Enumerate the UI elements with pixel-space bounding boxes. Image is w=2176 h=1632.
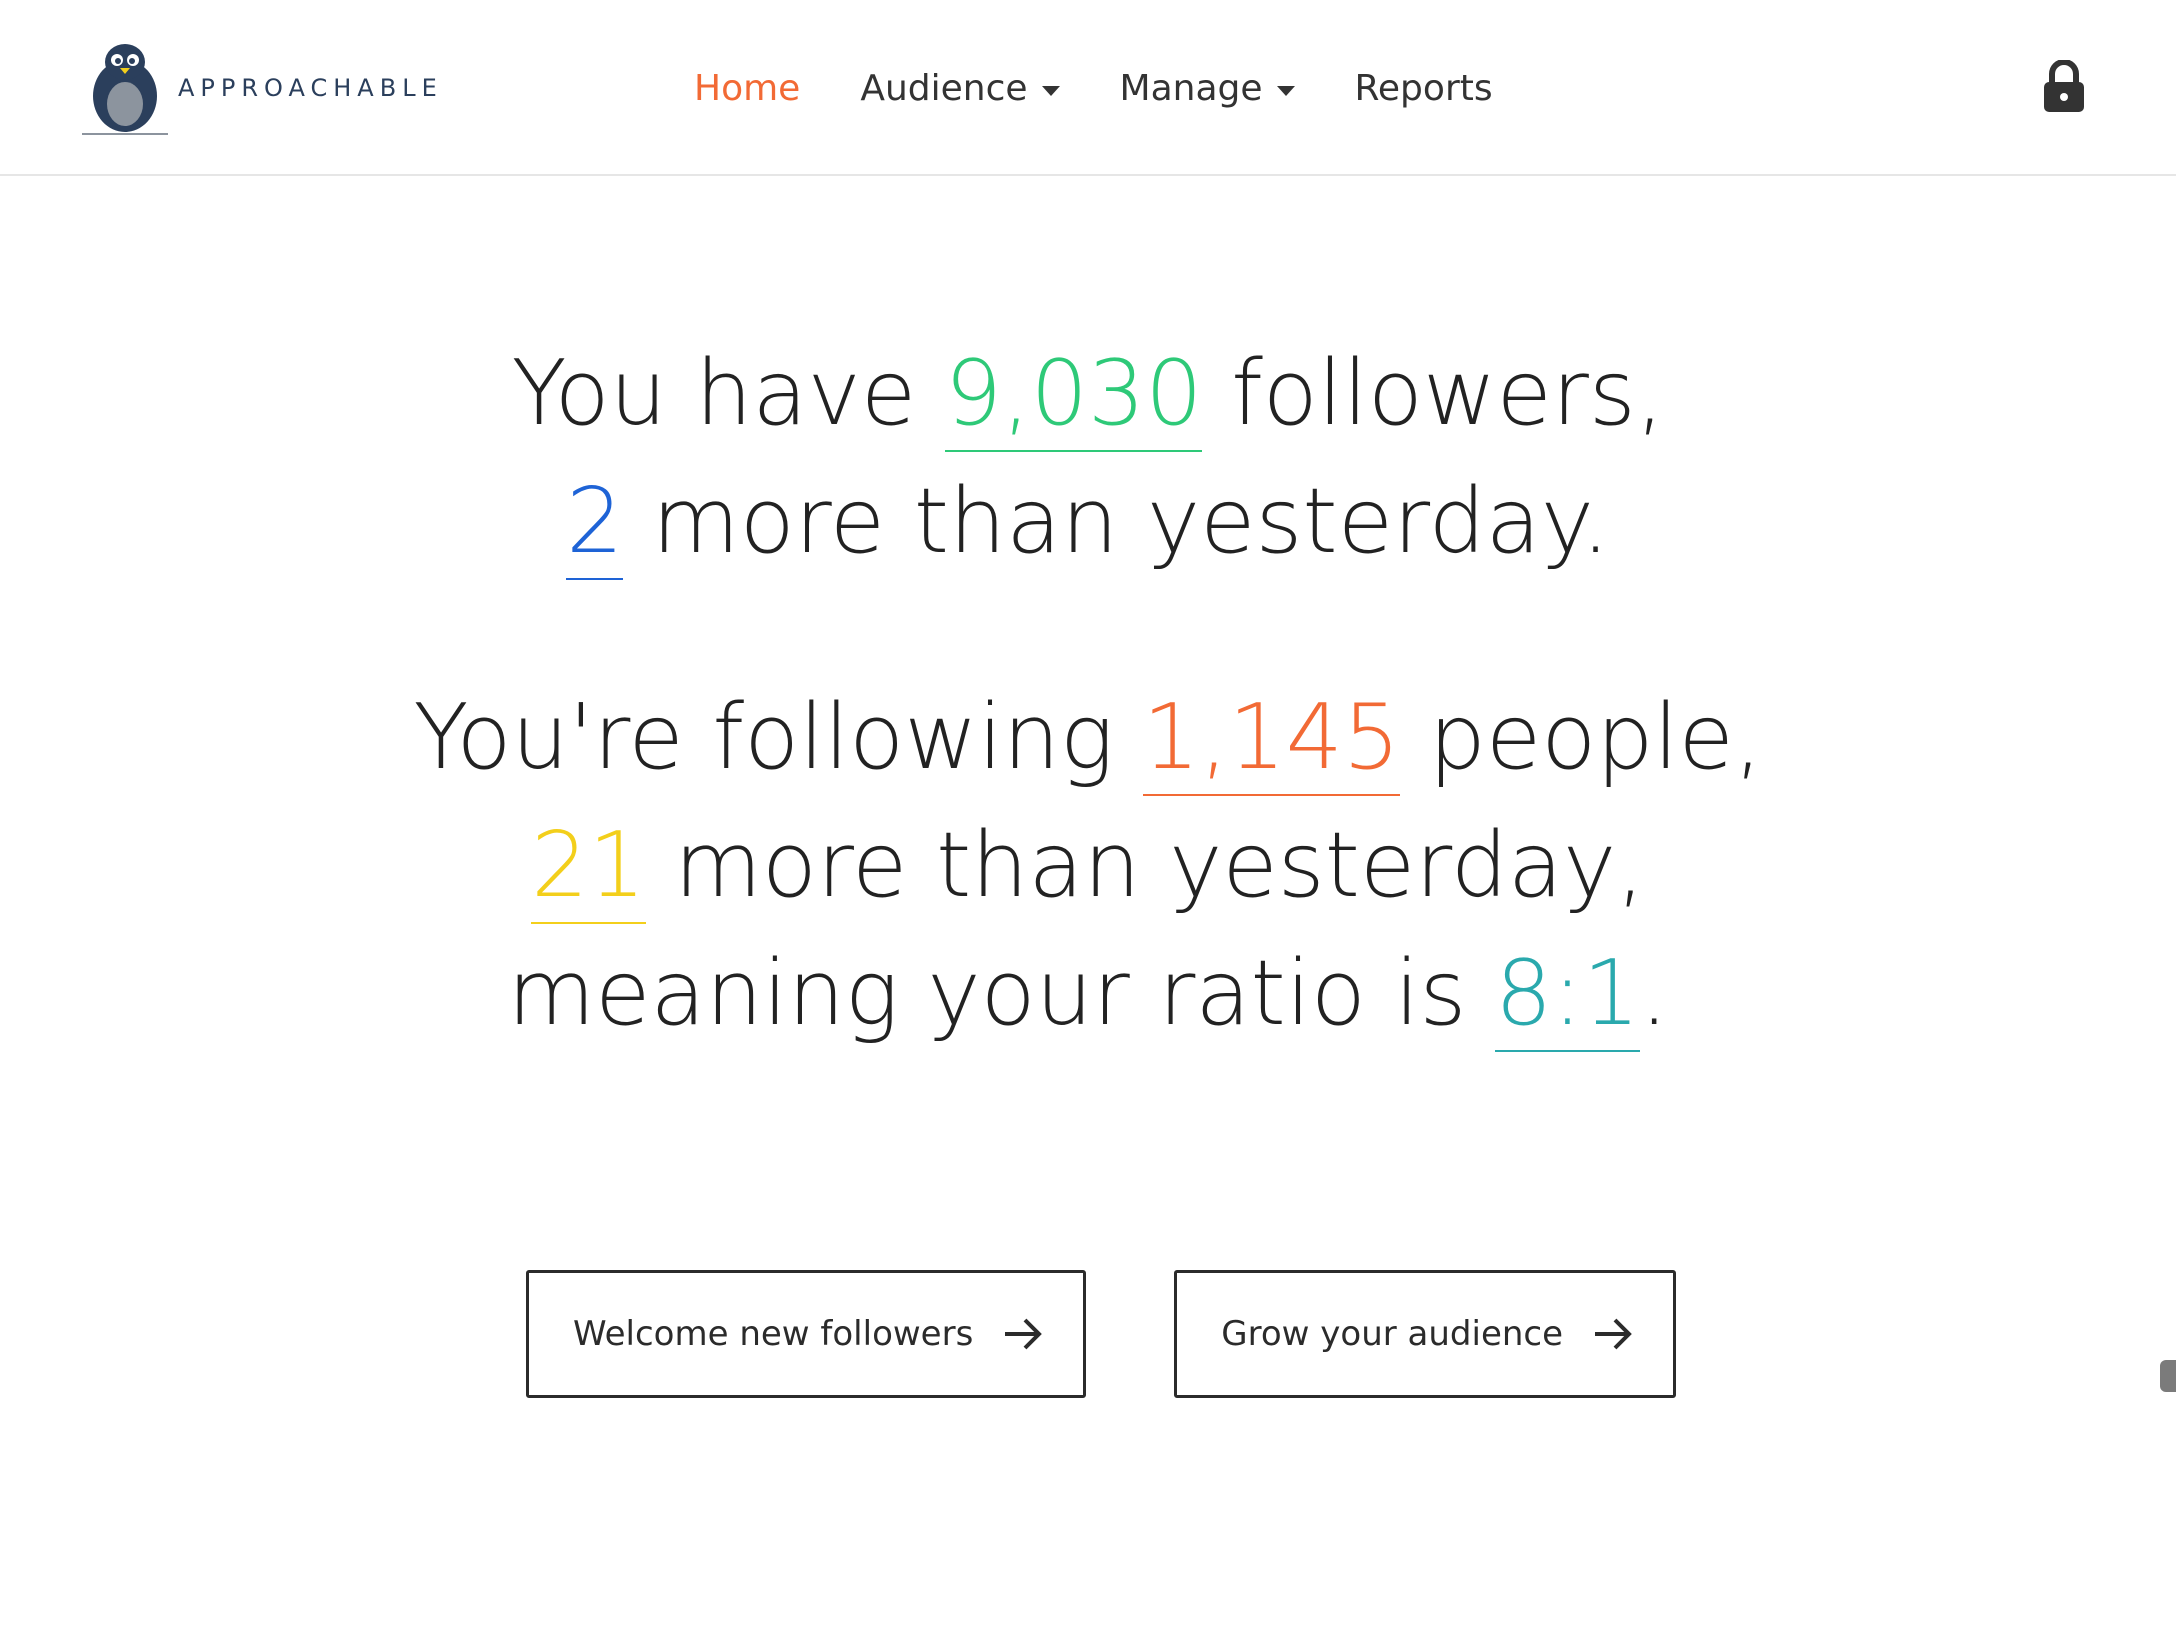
followers-delta-suffix: more than yesterday.	[652, 469, 1610, 574]
following-summary: You're following 1,145 people, 21 more t…	[0, 674, 2176, 1058]
following-prefix: You're following	[413, 685, 1114, 790]
following-delta[interactable]: 21	[531, 810, 646, 924]
followers-suffix: followers,	[1231, 341, 1665, 446]
followers-summary: You have 9,030 followers, 2 more than ye…	[0, 330, 2176, 586]
nav-home-label: Home	[694, 67, 801, 109]
nav-manage-dropdown[interactable]: Manage	[1120, 68, 1295, 109]
welcome-new-followers-button[interactable]: Welcome new followers	[526, 1270, 1087, 1398]
following-suffix: people,	[1428, 685, 1763, 790]
ratio-suffix: .	[1639, 941, 1669, 1046]
main-nav: Home Audience Manage Reports	[694, 58, 1553, 118]
ratio-prefix: meaning your ratio is	[507, 941, 1467, 1046]
brand-logo[interactable]: APPROACHABLE	[80, 38, 443, 138]
ratio-line: meaning your ratio is 8:1.	[0, 930, 2176, 1058]
grow-button-label: Grow your audience	[1221, 1314, 1564, 1354]
followers-delta[interactable]: 2	[566, 466, 624, 580]
lock-icon[interactable]	[2042, 60, 2086, 114]
nav-home[interactable]: Home	[694, 68, 800, 109]
followers-delta-line: 2 more than yesterday.	[0, 458, 2176, 586]
nav-audience-label: Audience	[860, 67, 1028, 109]
action-buttons: Welcome new followers Grow your audience	[526, 1270, 1677, 1398]
top-navbar: APPROACHABLE Home Audience Manage Report…	[0, 0, 2176, 176]
stats-summary: You have 9,030 followers, 2 more than ye…	[0, 330, 2176, 1058]
following-delta-line: 21 more than yesterday,	[0, 802, 2176, 930]
followers-line: You have 9,030 followers,	[0, 330, 2176, 458]
caret-down-icon	[1276, 86, 1295, 96]
following-line: You're following 1,145 people,	[0, 674, 2176, 802]
scrollbar-handle[interactable]	[2160, 1360, 2176, 1392]
followers-prefix: You have	[511, 341, 917, 446]
grow-your-audience-button[interactable]: Grow your audience	[1174, 1270, 1677, 1398]
nav-audience-dropdown[interactable]: Audience	[860, 67, 1060, 109]
welcome-button-label: Welcome new followers	[573, 1314, 974, 1354]
followers-count[interactable]: 9,030	[944, 338, 1203, 452]
arrow-right-icon	[1595, 1318, 1632, 1350]
nav-manage-label: Manage	[1119, 67, 1263, 109]
nav-reports-label: Reports	[1354, 67, 1493, 109]
penguin-icon	[82, 44, 168, 135]
ratio-value[interactable]: 8:1	[1495, 938, 1640, 1052]
following-delta-suffix: more than yesterday,	[674, 813, 1645, 918]
following-count[interactable]: 1,145	[1142, 682, 1401, 796]
caret-down-icon	[1041, 86, 1060, 96]
nav-reports[interactable]: Reports	[1355, 68, 1493, 109]
arrow-right-icon	[1005, 1318, 1043, 1350]
brand-name: APPROACHABLE	[178, 74, 443, 102]
